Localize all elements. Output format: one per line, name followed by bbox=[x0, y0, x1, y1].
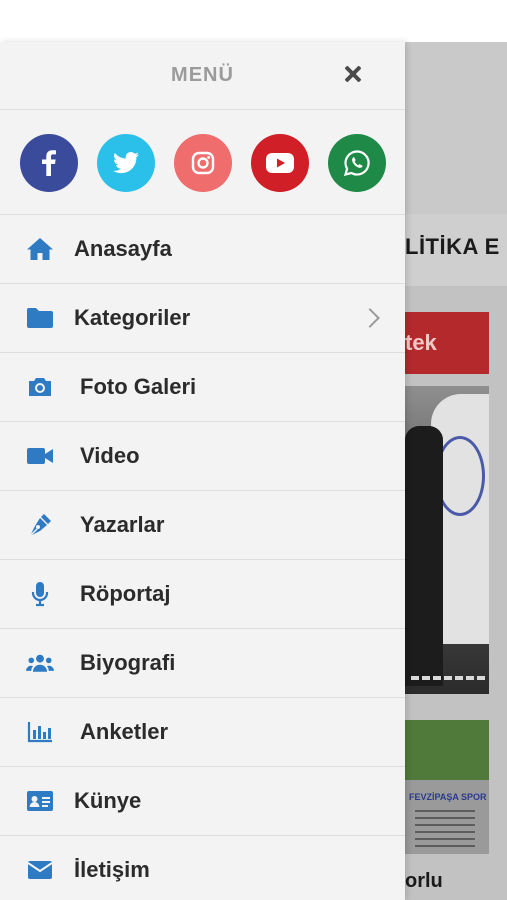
thumbnail-caption: FEVZİPAŞA SPOR bbox=[409, 792, 487, 802]
twitter-icon[interactable] bbox=[97, 134, 155, 192]
menu-item-label: Yazarlar bbox=[80, 512, 165, 537]
side-drawer-menu: MENÜ Anasayfa Kategoriler Foto Galeri Vi… bbox=[0, 42, 405, 900]
menu-item-anketler[interactable]: Anketler bbox=[0, 698, 405, 767]
menu-item-video[interactable]: Video bbox=[0, 422, 405, 491]
background-headline: orlu bbox=[405, 870, 443, 892]
instagram-icon[interactable] bbox=[174, 134, 232, 192]
menu-item-label: Foto Galeri bbox=[80, 374, 197, 399]
menu-item-label: Kategoriler bbox=[74, 305, 191, 330]
background-news-thumbnail: FEVZİPAŞA SPOR bbox=[405, 720, 489, 854]
menu-item-biyografi[interactable]: Biyografi bbox=[0, 629, 405, 698]
menu-item-roportaj[interactable]: Röportaj bbox=[0, 560, 405, 629]
video-camera-icon bbox=[26, 444, 54, 468]
folder-icon bbox=[26, 306, 54, 330]
pen-icon bbox=[26, 513, 54, 537]
menu-item-foto-galeri[interactable]: Foto Galeri bbox=[0, 353, 405, 422]
menu-item-yazarlar[interactable]: Yazarlar bbox=[0, 491, 405, 560]
background-red-button-label: tek bbox=[405, 330, 437, 355]
background-red-button: tek bbox=[405, 312, 489, 374]
menu-item-kategoriler[interactable]: Kategoriler bbox=[0, 284, 405, 353]
menu-item-kunye[interactable]: Künye bbox=[0, 767, 405, 836]
menu-item-label: Röportaj bbox=[80, 581, 171, 606]
menu-item-anasayfa[interactable]: Anasayfa bbox=[0, 215, 405, 284]
thumbnail-text-lines bbox=[415, 810, 475, 850]
envelope-icon bbox=[26, 858, 54, 882]
background-nav-text: LİTİKA E bbox=[405, 234, 500, 259]
menu-list: Anasayfa Kategoriler Foto Galeri Video Y… bbox=[0, 215, 405, 900]
menu-item-iletisim[interactable]: İletişim bbox=[0, 836, 405, 900]
background-news-photo bbox=[405, 386, 489, 694]
menu-item-label: İletişim bbox=[74, 857, 150, 882]
football-field-image bbox=[405, 720, 489, 780]
menu-item-label: Künye bbox=[74, 788, 142, 813]
person-image bbox=[405, 426, 443, 686]
social-links bbox=[0, 110, 405, 215]
bar-chart-icon bbox=[26, 720, 54, 744]
youtube-icon[interactable] bbox=[251, 134, 309, 192]
menu-item-label: Anketler bbox=[80, 719, 169, 744]
microphone-icon bbox=[26, 582, 54, 607]
home-icon bbox=[26, 237, 54, 261]
background-header bbox=[405, 42, 507, 214]
drawer-header: MENÜ bbox=[0, 42, 405, 110]
chevron-right-icon bbox=[360, 308, 380, 328]
facebook-icon[interactable] bbox=[20, 134, 78, 192]
slider-dots bbox=[411, 676, 485, 680]
menu-item-label: Biyografi bbox=[80, 650, 176, 675]
close-icon[interactable] bbox=[341, 62, 365, 86]
camera-icon bbox=[26, 375, 54, 399]
id-card-icon bbox=[26, 789, 54, 813]
menu-item-label: Anasayfa bbox=[74, 236, 172, 261]
menu-item-label: Video bbox=[80, 443, 140, 468]
whatsapp-icon[interactable] bbox=[328, 134, 386, 192]
users-icon bbox=[26, 651, 54, 675]
